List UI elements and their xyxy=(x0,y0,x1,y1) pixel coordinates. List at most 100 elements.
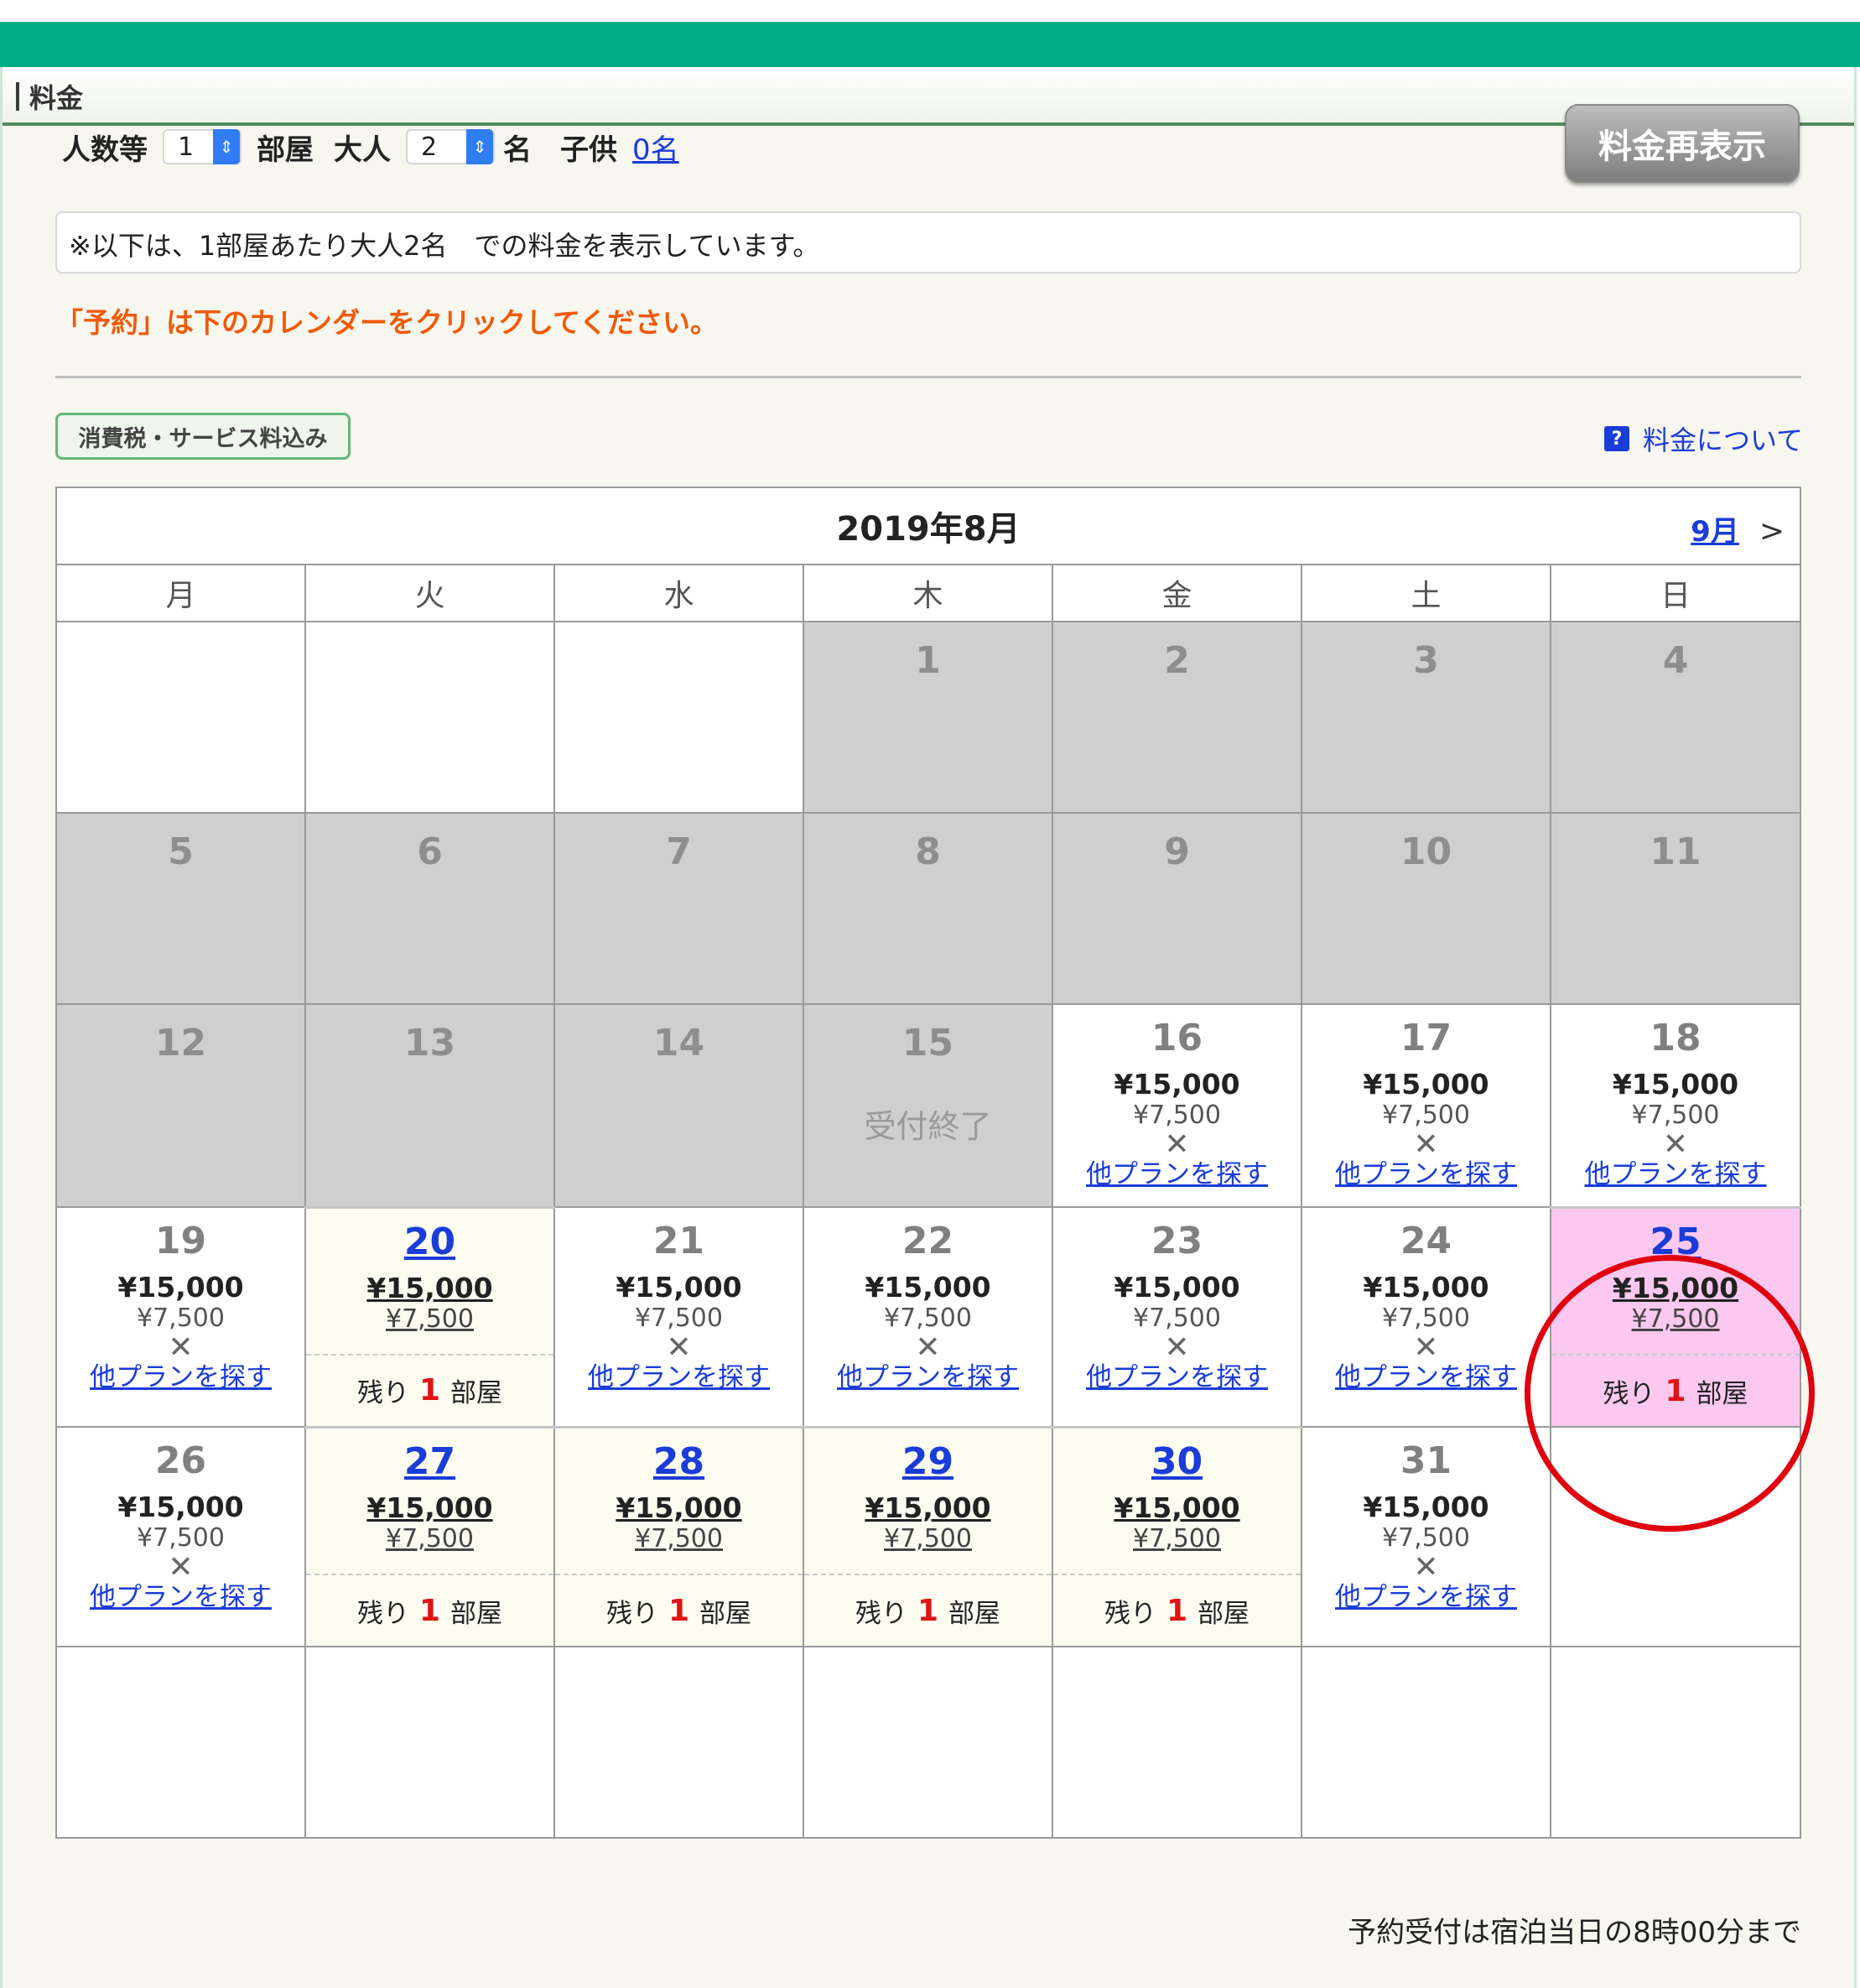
day-number-link[interactable]: 30 xyxy=(1053,1441,1301,1482)
per-person-price-link[interactable]: ¥7,500 xyxy=(804,1524,1052,1554)
remaining-suffix: 部屋 xyxy=(450,1598,503,1629)
day-number-link[interactable]: 25 xyxy=(1551,1221,1800,1262)
calendar-month-header: 2019年8月 9月 > xyxy=(55,487,1802,565)
calendar-day-available[interactable]: 27 ¥15,000 ¥7,500 残り 1 部屋 xyxy=(304,1425,555,1647)
day-number: 8 xyxy=(915,830,941,873)
remaining-rooms: 残り 1 部屋 xyxy=(804,1574,1052,1646)
day-number: 13 xyxy=(403,1022,456,1064)
room-price-link[interactable]: ¥15,000 xyxy=(804,1491,1052,1524)
other-plans-link[interactable]: 他プランを探す xyxy=(1302,1362,1550,1392)
per-person-price-link[interactable]: ¥7,500 xyxy=(555,1524,803,1554)
price-info-label[interactable]: 料金について xyxy=(1643,419,1803,458)
calendar-day-available[interactable]: 29 ¥15,000 ¥7,500 残り 1 部屋 xyxy=(803,1425,1053,1647)
weekday-header-row: 月 火 水 木 金 土 日 xyxy=(55,564,1802,622)
calendar-day-available[interactable]: 20 ¥15,000 ¥7,500 残り 1 部屋 xyxy=(304,1205,555,1428)
day-number-link[interactable]: 29 xyxy=(804,1441,1052,1482)
other-plans-link[interactable]: 他プランを探す xyxy=(555,1362,803,1392)
day-number: 16 xyxy=(1151,1017,1203,1059)
remaining-count: 1 xyxy=(917,1593,939,1628)
section-title: 料金 xyxy=(29,82,84,114)
day-number: 5 xyxy=(168,830,194,873)
day-number: 19 xyxy=(154,1220,207,1262)
guest-summary-note: ※以下は、1部屋あたり大人2名 での料金を表示しています。 xyxy=(55,211,1801,273)
calendar-empty-cell xyxy=(304,1646,555,1839)
room-price: ¥15,000 xyxy=(1612,1068,1739,1101)
rooms-select[interactable]: 1 ⇕ xyxy=(163,129,242,164)
calendar-day-unavailable: 15 受付終了 xyxy=(803,1003,1053,1208)
calendar-day-available[interactable]: 28 ¥15,000 ¥7,500 残り 1 部屋 xyxy=(553,1425,804,1647)
calendar-day-unavailable: 5 xyxy=(55,812,306,1005)
remaining-prefix: 残り xyxy=(356,1378,409,1408)
calendar-day-unavailable: 6 xyxy=(304,812,555,1005)
room-price-link[interactable]: ¥15,000 xyxy=(1053,1491,1301,1524)
rooms-unit: 部屋 xyxy=(257,133,314,167)
next-month-nav[interactable]: 9月 > xyxy=(1691,508,1785,549)
remaining-rooms: 残り 1 部屋 xyxy=(306,1353,553,1426)
other-plans-link[interactable]: 他プランを探す xyxy=(1551,1159,1800,1189)
calendar-week-row xyxy=(55,1646,1802,1839)
room-price-link[interactable]: ¥15,000 xyxy=(555,1491,803,1524)
calendar-day-unavailable: 4 xyxy=(1549,621,1802,814)
room-price: ¥15,000 xyxy=(117,1271,244,1304)
month-title: 2019年8月 xyxy=(836,510,1021,549)
day-number: 12 xyxy=(154,1022,207,1064)
day-number: 14 xyxy=(652,1022,705,1064)
remaining-suffix: 部屋 xyxy=(948,1598,1001,1629)
per-person-price-link[interactable]: ¥7,500 xyxy=(306,1304,553,1335)
calendar-empty-cell xyxy=(55,621,306,814)
day-number: 2 xyxy=(1164,639,1190,682)
other-plans-link[interactable]: 他プランを探す xyxy=(1302,1159,1550,1189)
calendar-empty-cell xyxy=(55,1646,306,1839)
day-number: 1 xyxy=(915,639,941,682)
per-person-price-link[interactable]: ¥7,500 xyxy=(306,1524,553,1554)
day-number: 9 xyxy=(1164,830,1190,873)
remaining-rooms: 残り 1 部屋 xyxy=(306,1574,553,1646)
day-number: 3 xyxy=(1413,639,1439,682)
adults-select[interactable]: 2 ⇕ xyxy=(406,129,495,164)
day-number-link[interactable]: 20 xyxy=(306,1221,553,1262)
room-price-link[interactable]: ¥15,000 xyxy=(306,1491,553,1524)
calendar-day-unavailable: 2 xyxy=(1052,621,1302,814)
calendar-day-full: 18 ¥15,000 ¥7,500 ✕ 他プランを探す xyxy=(1549,1003,1802,1208)
rooms-select-value: 1 xyxy=(178,132,195,162)
calendar-day-available-selected[interactable]: 25 ¥15,000 ¥7,500 残り 1 部屋 xyxy=(1549,1205,1802,1428)
sold-out-x-icon: ✕ xyxy=(666,1330,692,1365)
calendar-day-unavailable: 12 xyxy=(55,1003,306,1208)
calendar-week-row: 19 ¥15,000 ¥7,500 ✕ 他プランを探す 20 ¥15,000 ¥7,500 残り… xyxy=(55,1205,1802,1428)
calendar-day-available[interactable]: 30 ¥15,000 ¥7,500 残り 1 部屋 xyxy=(1052,1425,1302,1647)
chevron-right-icon[interactable]: > xyxy=(1759,514,1785,549)
price-info-link[interactable]: ? 料金について xyxy=(1603,419,1803,458)
calendar-day-unavailable: 11 xyxy=(1549,812,1802,1005)
other-plans-link[interactable]: 他プランを探す xyxy=(1302,1582,1550,1612)
other-plans-link[interactable]: 他プランを探す xyxy=(1053,1159,1301,1189)
remaining-prefix: 残り xyxy=(605,1598,658,1629)
per-person-price: ¥7,500 xyxy=(1133,1101,1221,1130)
room-price-link[interactable]: ¥15,000 xyxy=(306,1272,553,1304)
calendar-week-row: 12 13 14 15 受付終了 16 ¥15,000 ¥7,500 ✕ 他プランを探す 17 ¥15… xyxy=(55,1003,1802,1208)
other-plans-link[interactable]: 他プランを探す xyxy=(1053,1362,1301,1392)
day-number: 6 xyxy=(417,830,443,873)
other-plans-link[interactable]: 他プランを探す xyxy=(57,1362,304,1392)
select-arrows-icon: ⇕ xyxy=(213,129,240,164)
sold-out-x-icon: ✕ xyxy=(1413,1127,1439,1162)
children-count-link[interactable]: 0名 xyxy=(632,127,679,168)
calendar-body: 1 2 3 4 5 6 7 8 9 10 11 12 13 14 15 受付終了 16 ¥15,000 ¥7,500… xyxy=(55,621,1802,1839)
next-month-link[interactable]: 9月 xyxy=(1691,515,1739,549)
room-price-link[interactable]: ¥15,000 xyxy=(1551,1272,1800,1304)
calendar-week-row: 1 2 3 4 xyxy=(55,621,1802,814)
other-plans-link[interactable]: 他プランを探す xyxy=(57,1582,304,1612)
remaining-rooms: 残り 1 部屋 xyxy=(1551,1354,1800,1426)
per-person-price-link[interactable]: ¥7,500 xyxy=(1551,1304,1800,1335)
calendar-day-unavailable: 7 xyxy=(553,812,804,1005)
day-number: 7 xyxy=(666,830,692,873)
day-number: 10 xyxy=(1400,830,1452,873)
day-number-link[interactable]: 28 xyxy=(555,1441,803,1482)
day-number-link[interactable]: 27 xyxy=(306,1441,553,1482)
divider xyxy=(55,376,1801,378)
per-person-price-link[interactable]: ¥7,500 xyxy=(1053,1524,1301,1554)
remaining-rooms: 残り 1 部屋 xyxy=(1053,1574,1301,1646)
other-plans-link[interactable]: 他プランを探す xyxy=(804,1362,1052,1392)
redisplay-price-button[interactable]: 料金再表示 xyxy=(1565,104,1800,183)
remaining-suffix: 部屋 xyxy=(1198,1598,1250,1629)
people-label: 人数等 xyxy=(62,133,148,167)
